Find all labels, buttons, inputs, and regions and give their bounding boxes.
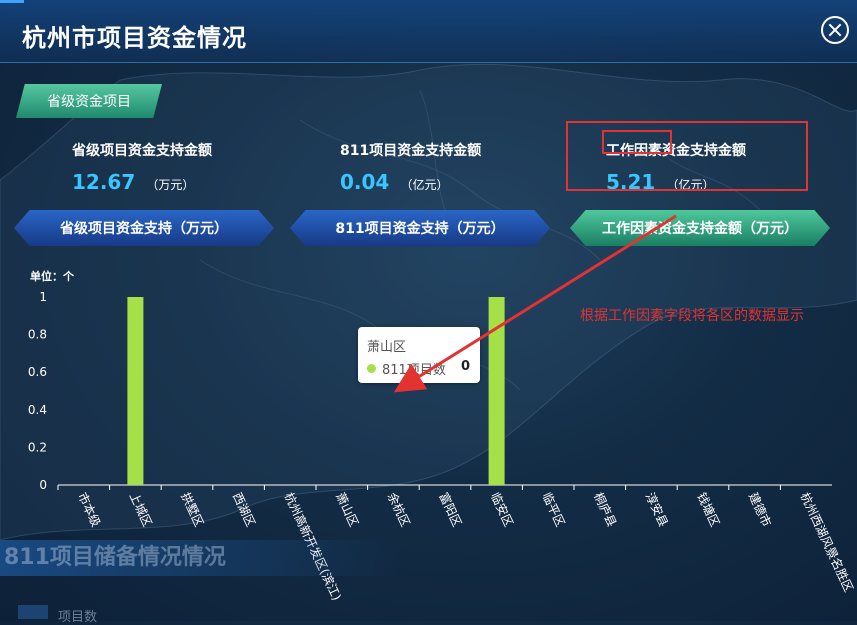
y-tick-label: 0.4 xyxy=(28,403,47,417)
tooltip-title: 萧山区 xyxy=(367,340,407,355)
tooltip-series-name: 811项目数 xyxy=(382,363,446,378)
x-tick-label: 富阳区 xyxy=(436,490,465,529)
metric-label: 省级项目资金支持金额 xyxy=(72,143,212,159)
metric-value: 12.67 xyxy=(72,170,136,194)
y-tick-label: 0 xyxy=(39,478,47,492)
x-tick-label: 萧山区 xyxy=(333,490,361,529)
metric-unit: （万元） xyxy=(146,178,195,192)
x-tick-label: 上城区 xyxy=(127,490,155,529)
annotation-text: 根据工作因素字段将各区的数据显示 xyxy=(580,308,804,324)
tab-label: 工作因素资金支持金额（万元） xyxy=(602,221,798,237)
metric-unit: （亿元） xyxy=(400,178,449,192)
x-tick-label: 淳安县 xyxy=(643,490,672,529)
x-tick-label: 市本级 xyxy=(75,490,104,529)
tooltip-series-dot xyxy=(367,364,376,373)
bar-临安区 xyxy=(488,297,505,485)
tooltip-value: 0 xyxy=(460,359,470,374)
tab-work-factor-support[interactable]: 工作因素资金支持金额（万元） xyxy=(570,210,830,246)
x-tick-label: 建德市 xyxy=(746,490,775,529)
legend-swatch xyxy=(18,605,48,619)
legend-label: 项目数 xyxy=(58,610,98,625)
y-tick-label: 0.8 xyxy=(28,328,47,342)
metric-811: 811项目资金支持金额 0.04 （亿元） xyxy=(340,140,481,194)
tab-label: 省级项目资金支持（万元） xyxy=(60,221,228,237)
y-tick-label: 1 xyxy=(39,290,47,304)
metric-label: 811项目资金支持金额 xyxy=(340,143,482,159)
y-tick-label: 0.2 xyxy=(28,440,47,454)
y-tick-label: 0.6 xyxy=(28,365,47,379)
x-tick-label: 杭州西湖风景名胜区 xyxy=(797,490,856,594)
x-tick-label: 临平区 xyxy=(539,490,567,529)
tab-811-support[interactable]: 811项目资金支持（万元） xyxy=(290,210,550,246)
metric-value: 0.04 xyxy=(340,170,390,194)
x-tick-label: 临安区 xyxy=(488,490,517,529)
header-accent xyxy=(0,0,24,3)
header-bar: 杭州市项目资金情况 xyxy=(0,0,857,63)
tab-label: 811项目资金支持（万元） xyxy=(335,221,505,237)
bar-上城区 xyxy=(127,297,144,485)
chart-tooltip: 萧山区 811项目数 0 xyxy=(358,327,480,383)
close-icon[interactable] xyxy=(821,16,849,44)
page-title: 杭州市项目资金情况 xyxy=(22,24,247,52)
x-tick-label: 拱墅区 xyxy=(178,490,206,529)
tab-provincial-support[interactable]: 省级项目资金支持（万元） xyxy=(14,210,274,246)
provincial-fund-tab-label: 省级资金项目 xyxy=(47,94,131,110)
annotation-box-highlight xyxy=(602,130,672,154)
section-title-811-reserve: 811项目储备情况情况 xyxy=(0,540,400,576)
y-axis-unit: 单位：个 xyxy=(30,269,75,283)
x-tick-label: 钱塘区 xyxy=(694,490,723,529)
x-tick-label: 桐庐县 xyxy=(591,490,620,529)
x-tick-label: 余杭区 xyxy=(385,490,414,529)
metric-provincial: 省级项目资金支持金额 12.67 （万元） xyxy=(72,140,212,194)
x-tick-label: 西湖区 xyxy=(230,490,259,529)
provincial-fund-tab[interactable]: 省级资金项目 xyxy=(16,84,162,118)
